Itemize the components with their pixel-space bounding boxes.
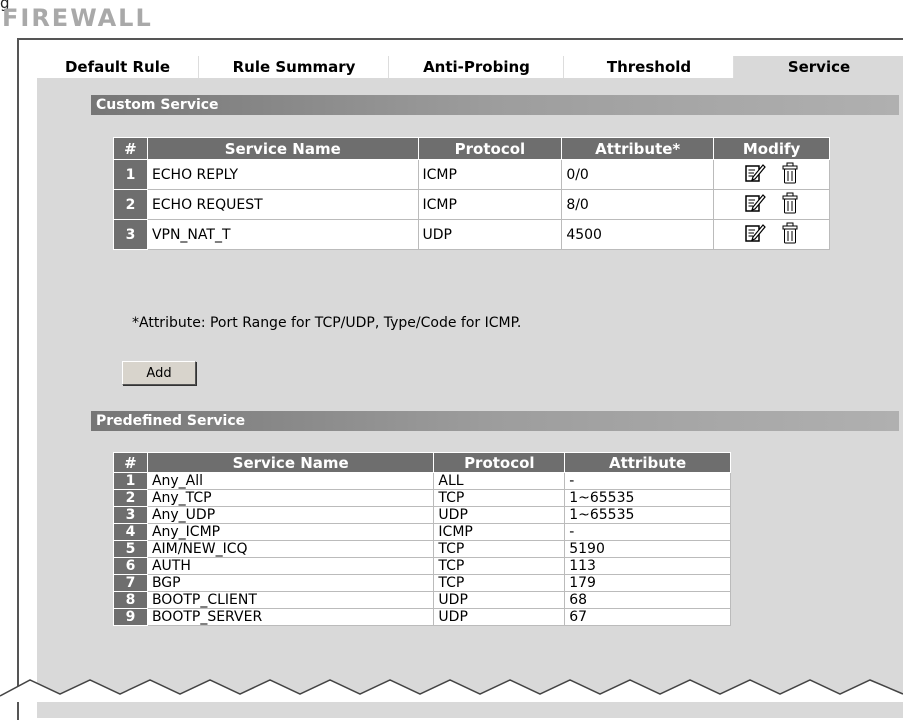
row-number: 3	[113, 219, 148, 250]
row-number: 2	[113, 189, 148, 220]
edit-icon[interactable]	[744, 162, 767, 188]
table-row: 8 BOOTP_CLIENT UDP 68	[113, 591, 731, 609]
table-row: 9 BOOTP_SERVER UDP 67	[113, 608, 731, 626]
column-header-attribute: Attribute	[564, 452, 731, 473]
table-row: 2 Any_TCP TCP 1~65535	[113, 489, 731, 507]
row-number: 1	[113, 472, 148, 490]
attribute-cell: 179	[564, 574, 731, 592]
trash-icon[interactable]	[781, 222, 799, 248]
service-name-cell: Any_ICMP	[146, 523, 435, 541]
row-number: 3	[113, 506, 148, 524]
edit-icon[interactable]	[744, 222, 767, 248]
protocol-cell: UDP	[433, 608, 566, 626]
protocol-cell: UDP	[433, 506, 566, 524]
row-number: 9	[113, 608, 148, 626]
service-name-cell: BOOTP_SERVER	[146, 608, 435, 626]
attribute-footnote: *Attribute: Port Range for TCP/UDP, Type…	[132, 315, 522, 331]
service-name-cell: BOOTP_CLIENT	[146, 591, 435, 609]
table-row: 2 ECHO REQUEST ICMP 8/0	[113, 189, 830, 220]
service-name-cell: ECHO REPLY	[146, 159, 419, 190]
protocol-cell: ALL	[433, 472, 566, 490]
row-number: 2	[113, 489, 148, 507]
service-name-cell: AIM/NEW_ICQ	[146, 540, 435, 558]
attribute-cell: 68	[564, 591, 731, 609]
custom-service-header: Custom Service	[91, 95, 899, 115]
column-header-protocol: Protocol	[433, 452, 566, 473]
attribute-cell: 5190	[564, 540, 731, 558]
column-header-modify: Modify	[713, 137, 830, 160]
service-name-cell: Any_UDP	[146, 506, 435, 524]
tab-service[interactable]: Service	[733, 56, 903, 78]
tab-threshold[interactable]: Threshold	[563, 56, 734, 78]
modify-cell	[713, 189, 830, 220]
predefined-service-table: # Service Name Protocol Attribute 1 Any_…	[113, 452, 731, 626]
protocol-cell: ICMP	[417, 189, 563, 220]
protocol-cell: ICMP	[433, 523, 566, 541]
attribute-cell: -	[564, 472, 731, 490]
row-number: 5	[113, 540, 148, 558]
service-name-cell: VPN_NAT_T	[146, 219, 419, 250]
column-header-service-name: Service Name	[146, 452, 435, 473]
torn-edge-divider	[0, 679, 903, 702]
attribute-cell: 1~65535	[564, 489, 731, 507]
row-number: 4	[113, 523, 148, 541]
attribute-cell: 0/0	[561, 159, 715, 190]
table-row: 3 Any_UDP UDP 1~65535	[113, 506, 731, 524]
table-row: 1 ECHO REPLY ICMP 0/0	[113, 159, 830, 190]
column-header-protocol: Protocol	[417, 137, 563, 160]
table-row: 5 AIM/NEW_ICQ TCP 5190	[113, 540, 731, 558]
table-row: 3 VPN_NAT_T UDP 4500	[113, 219, 830, 250]
protocol-cell: UDP	[433, 591, 566, 609]
table-header-row: # Service Name Protocol Attribute* Modif…	[113, 137, 830, 160]
protocol-cell: TCP	[433, 557, 566, 575]
column-header-attribute: Attribute*	[561, 137, 715, 160]
attribute-cell: 4500	[561, 219, 715, 250]
attribute-cell: 67	[564, 608, 731, 626]
service-name-cell: AUTH	[146, 557, 435, 575]
protocol-cell: UDP	[417, 219, 563, 250]
table-row: 4 Any_ICMP ICMP -	[113, 523, 731, 541]
protocol-cell: TCP	[433, 540, 566, 558]
attribute-cell: 8/0	[561, 189, 715, 220]
protocol-cell: TCP	[433, 489, 566, 507]
modify-cell	[713, 159, 830, 190]
table-header-row: # Service Name Protocol Attribute	[113, 452, 731, 473]
attribute-cell: 1~65535	[564, 506, 731, 524]
attribute-cell: -	[564, 523, 731, 541]
protocol-cell: TCP	[433, 574, 566, 592]
protocol-cell: ICMP	[417, 159, 563, 190]
modify-cell	[713, 219, 830, 250]
service-name-cell: BGP	[146, 574, 435, 592]
column-header-number: #	[113, 452, 148, 473]
row-number: 6	[113, 557, 148, 575]
table-row: 6 AUTH TCP 113	[113, 557, 731, 575]
service-name-cell: ECHO REQUEST	[146, 189, 419, 220]
column-header-service-name: Service Name	[146, 137, 419, 160]
edit-icon[interactable]	[744, 192, 767, 218]
custom-service-table: # Service Name Protocol Attribute* Modif…	[113, 137, 830, 250]
service-name-cell: Any_TCP	[146, 489, 435, 507]
column-header-number: #	[113, 137, 148, 160]
page-title: FIREWALL	[2, 4, 153, 32]
row-number: 1	[113, 159, 148, 190]
service-name-cell: Any_All	[146, 472, 435, 490]
tab-default-rule[interactable]: Default Rule	[37, 56, 198, 78]
table-row: 1 Any_All ALL -	[113, 472, 731, 490]
row-number: 7	[113, 574, 148, 592]
trash-icon[interactable]	[781, 162, 799, 188]
trash-icon[interactable]	[781, 192, 799, 218]
add-button[interactable]: Add	[122, 361, 196, 385]
tab-rule-summary[interactable]: Rule Summary	[198, 56, 389, 78]
attribute-cell: 113	[564, 557, 731, 575]
table-row: 7 BGP TCP 179	[113, 574, 731, 592]
row-number: 8	[113, 591, 148, 609]
tab-anti-probing[interactable]: Anti-Probing	[388, 56, 564, 78]
predefined-service-header: Predefined Service	[91, 411, 899, 431]
